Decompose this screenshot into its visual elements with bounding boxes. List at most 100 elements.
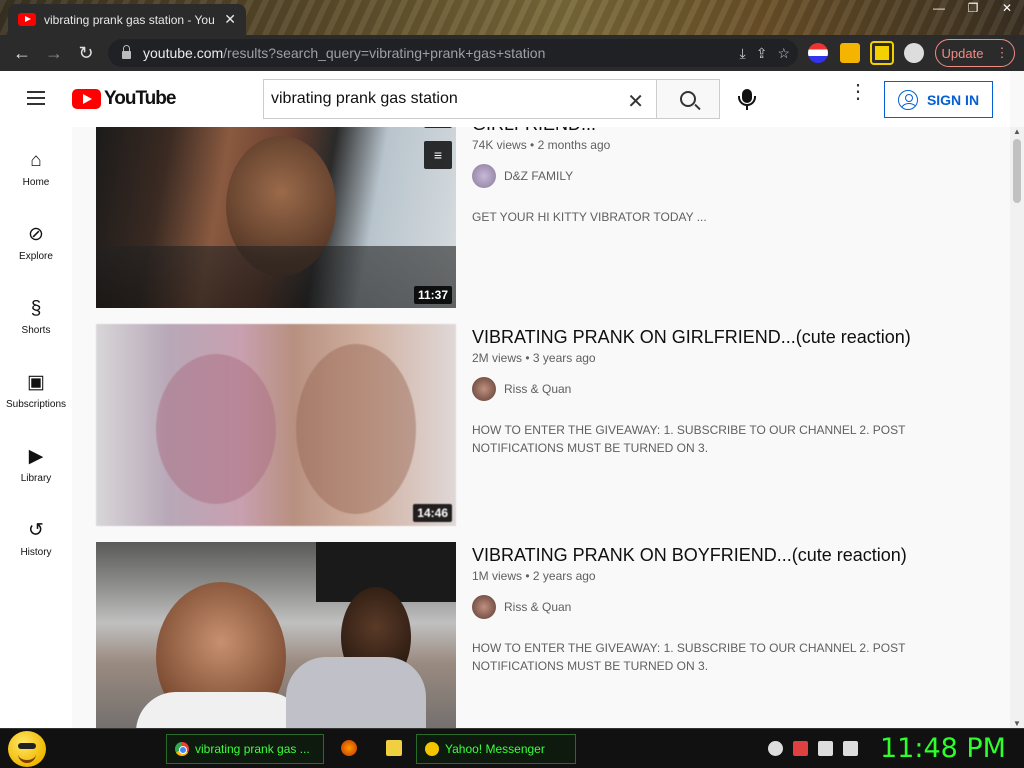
firefox-icon[interactable] bbox=[341, 740, 357, 756]
taskbar-chrome-label: vibrating prank gas ... bbox=[195, 742, 310, 756]
channel-row[interactable]: Riss & Quan bbox=[472, 377, 982, 401]
maximize-button[interactable]: ❐ bbox=[956, 0, 990, 18]
video-title[interactable]: GIRLFRIEND... bbox=[472, 127, 982, 137]
home-icon: ⌂ bbox=[30, 150, 42, 171]
scroll-down-arrow-icon[interactable]: ▼ bbox=[1013, 719, 1021, 728]
video-duration: 14:46 bbox=[413, 504, 452, 522]
tray-flag-icon[interactable] bbox=[793, 741, 808, 756]
share-icon[interactable]: ⇪ bbox=[756, 45, 768, 62]
search-icon bbox=[680, 91, 696, 107]
tray-network-icon[interactable] bbox=[818, 741, 833, 756]
settings-menu-icon[interactable]: ⋮ bbox=[848, 82, 868, 102]
guide-label: Home bbox=[22, 177, 50, 188]
install-icon[interactable]: ⤓ bbox=[740, 45, 746, 62]
channel-row[interactable]: Riss & Quan bbox=[472, 595, 982, 619]
video-info: GIRLFRIEND... 74K views • 2 months ago D… bbox=[472, 127, 982, 226]
reload-icon[interactable]: ↻ bbox=[70, 43, 102, 64]
compass-icon: ⊘ bbox=[28, 224, 44, 245]
url-path: /results?search_query=vibrating+prank+ga… bbox=[223, 45, 546, 61]
video-thumbnail[interactable]: 14:46 bbox=[96, 324, 456, 526]
update-label: Update bbox=[941, 45, 984, 61]
search-box: ✕ bbox=[263, 79, 657, 119]
guide-label: Shorts bbox=[21, 325, 51, 336]
upload-age: 3 years ago bbox=[532, 351, 596, 365]
guide-label: Explore bbox=[19, 251, 53, 262]
address-bar[interactable]: youtube.com/results?search_query=vibrati… bbox=[108, 39, 798, 67]
browser-titlebar: vibrating prank gas station - You ✕ — ❐ … bbox=[0, 0, 1024, 35]
channel-avatar[interactable] bbox=[472, 164, 496, 188]
view-count: 74K views bbox=[472, 138, 527, 152]
video-description: GET YOUR HI KITTY VIBRATOR TODAY ... bbox=[472, 210, 707, 224]
taskbar-chrome-window[interactable]: vibrating prank gas ... bbox=[166, 734, 324, 764]
video-thumbnail[interactable] bbox=[96, 542, 456, 728]
upload-age: 2 years ago bbox=[532, 569, 596, 583]
bookmark-star-icon[interactable]: ☆ bbox=[777, 45, 790, 62]
folder-icon[interactable] bbox=[386, 740, 402, 756]
scrollbar-thumb[interactable] bbox=[1013, 139, 1021, 203]
youtube-play-icon bbox=[72, 89, 101, 109]
video-thumbnail[interactable]: ◷ ≡ 11:37 bbox=[96, 127, 456, 308]
profile-avatar-icon[interactable] bbox=[904, 43, 924, 63]
close-window-button[interactable]: ✕ bbox=[990, 0, 1024, 18]
side-panel-icon[interactable] bbox=[870, 41, 894, 65]
subscriptions-icon: ▣ bbox=[27, 372, 45, 393]
history-icon: ↺ bbox=[28, 520, 44, 541]
guide-item-history[interactable]: ↺ History bbox=[0, 519, 72, 558]
video-duration: 11:37 bbox=[413, 286, 452, 304]
minimize-button[interactable]: — bbox=[922, 0, 956, 18]
extensions-puzzle-icon[interactable] bbox=[840, 43, 860, 63]
upload-age: 2 months ago bbox=[537, 138, 611, 152]
browser-tab[interactable]: vibrating prank gas station - You ✕ bbox=[8, 4, 246, 35]
update-button[interactable]: Update ⋮ bbox=[935, 39, 1015, 67]
mini-guide: ⌂ Home ⊘ Explore § Shorts ▣ Subscription… bbox=[0, 127, 72, 728]
video-info: VIBRATING PRANK ON GIRLFRIEND...(cute re… bbox=[472, 324, 982, 457]
back-arrow-icon[interactable]: ← bbox=[6, 43, 38, 64]
taskbar-yahoo-window[interactable]: Yahoo! Messenger bbox=[416, 734, 576, 764]
channel-name[interactable]: Riss & Quan bbox=[504, 382, 571, 396]
watch-later-icon[interactable]: ◷ bbox=[424, 127, 452, 128]
tab-close-icon[interactable]: ✕ bbox=[224, 11, 236, 28]
guide-item-shorts[interactable]: § Shorts bbox=[0, 297, 72, 336]
yahoo-messenger-icon bbox=[425, 742, 439, 756]
channel-row[interactable]: D&Z FAMILY bbox=[472, 164, 982, 188]
scroll-up-arrow-icon[interactable]: ▲ bbox=[1013, 127, 1021, 136]
microphone-icon[interactable] bbox=[738, 89, 756, 110]
video-title[interactable]: VIBRATING PRANK ON BOYFRIEND...(cute rea… bbox=[472, 542, 982, 568]
logo-text: YouTube bbox=[104, 88, 176, 109]
search-button[interactable] bbox=[656, 79, 720, 119]
library-icon: ▶ bbox=[28, 446, 44, 467]
window-controls: — ❐ ✕ bbox=[922, 0, 1024, 18]
tab-title: vibrating prank gas station - You bbox=[44, 12, 215, 27]
sign-in-label: SIGN IN bbox=[926, 91, 980, 108]
tray-volume-icon[interactable] bbox=[843, 741, 858, 756]
taskbar-yahoo-label: Yahoo! Messenger bbox=[445, 742, 545, 756]
guide-item-subscriptions[interactable]: ▣ Subscriptions bbox=[0, 371, 72, 410]
channel-avatar[interactable] bbox=[472, 595, 496, 619]
clear-search-icon[interactable]: ✕ bbox=[627, 89, 644, 114]
youtube-logo[interactable]: YouTube bbox=[72, 88, 176, 110]
video-title[interactable]: VIBRATING PRANK ON GIRLFRIEND...(cute re… bbox=[472, 324, 982, 350]
guide-item-library[interactable]: ▶ Library bbox=[0, 445, 72, 484]
tray-status-icon[interactable] bbox=[768, 741, 783, 756]
channel-name[interactable]: Riss & Quan bbox=[504, 600, 571, 614]
extensions-area bbox=[808, 41, 924, 65]
guide-item-home[interactable]: ⌂ Home bbox=[0, 149, 72, 188]
lock-icon[interactable] bbox=[122, 45, 131, 59]
hamburger-menu-icon[interactable] bbox=[27, 91, 45, 105]
add-to-queue-icon[interactable]: ≡ bbox=[424, 141, 452, 169]
channel-avatar[interactable] bbox=[472, 377, 496, 401]
shorts-icon: § bbox=[30, 298, 42, 319]
start-smiley-icon[interactable] bbox=[8, 731, 46, 767]
guide-item-explore[interactable]: ⊘ Explore bbox=[0, 223, 72, 262]
view-count: 1M views bbox=[472, 569, 523, 583]
forward-arrow-icon[interactable]: → bbox=[38, 43, 70, 64]
search-input[interactable] bbox=[271, 90, 621, 108]
video-meta: 74K views • 2 months ago bbox=[472, 138, 611, 152]
browser-toolbar: ← → ↻ youtube.com/results?search_query=v… bbox=[0, 35, 1024, 71]
taskbar-clock[interactable]: 11:48 PM bbox=[880, 733, 1006, 764]
chrome-menu-icon[interactable]: ⋮ bbox=[995, 45, 1008, 61]
page-scrollbar[interactable]: ▲ ▼ bbox=[1010, 127, 1024, 728]
flag-extension-icon[interactable] bbox=[808, 43, 828, 63]
sign-in-button[interactable]: SIGN IN bbox=[884, 81, 993, 118]
channel-name[interactable]: D&Z FAMILY bbox=[504, 169, 573, 183]
